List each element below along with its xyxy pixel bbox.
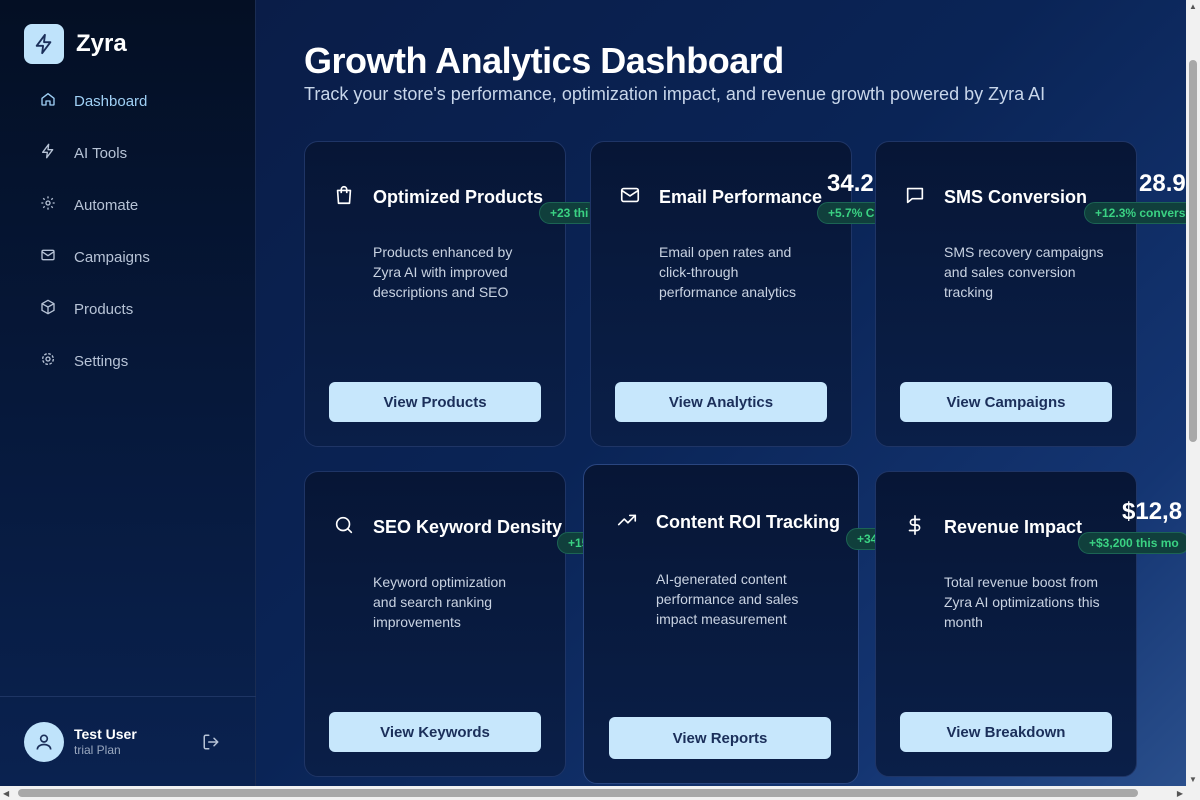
- card-revenue-impact: Revenue Impact $12,8 +$3,200 this mo Tot…: [875, 471, 1186, 777]
- card-title: Optimized Products: [373, 187, 544, 207]
- sidebar-nav: Dashboard AI Tools Automate Campaigns Pr…: [24, 80, 232, 392]
- scroll-right-icon[interactable]: ▶: [1177, 789, 1183, 798]
- view-campaigns-button[interactable]: View Campaigns: [900, 382, 1112, 422]
- card-description: Keyword optimization and search ranking …: [373, 574, 507, 630]
- sidebar-item-dashboard[interactable]: Dashboard: [24, 80, 232, 122]
- main-content: Growth Analytics Dashboard Track your st…: [256, 0, 1186, 786]
- card-sms-conversion: SMS Conversion 28.9 +12.3% convers SMS r…: [875, 141, 1186, 447]
- search-icon: [333, 514, 355, 541]
- sidebar-item-label: Campaigns: [74, 248, 150, 266]
- chat-icon: [904, 184, 926, 211]
- card-optimized-products: Optimized Products +23 thi Products enha…: [304, 141, 600, 447]
- sidebar-item-label: Products: [74, 300, 134, 318]
- bolt-icon: [24, 24, 64, 64]
- card-title: SEO Keyword Density: [373, 517, 563, 537]
- card-title: Content ROI Tracking: [656, 512, 841, 532]
- sidebar-item-automate[interactable]: Automate: [24, 184, 232, 226]
- settings-icon: [40, 351, 56, 371]
- brand[interactable]: Zyra: [24, 24, 127, 64]
- card-title: Revenue Impact: [944, 517, 1083, 537]
- metric-value: $12,8: [1122, 498, 1183, 525]
- metric-value: 28.9: [1139, 170, 1186, 197]
- scroll-up-icon[interactable]: ▲: [1189, 2, 1197, 11]
- scrollbar-thumb[interactable]: [18, 789, 1138, 797]
- sidebar-item-label: Settings: [74, 352, 129, 370]
- card-description: SMS recovery campaigns and sales convers…: [944, 244, 1104, 300]
- user-info: Test User trial Plan: [74, 726, 137, 757]
- view-reports-button[interactable]: View Reports: [609, 717, 831, 759]
- sidebar-item-products[interactable]: Products: [24, 288, 232, 330]
- sidebar-item-label: Automate: [74, 196, 139, 214]
- home-icon: [40, 91, 56, 111]
- card-title: Email Performance: [659, 187, 823, 207]
- user-profile: Test User trial Plan: [0, 696, 256, 786]
- view-analytics-button[interactable]: View Analytics: [615, 382, 827, 422]
- mail-icon: [619, 184, 641, 211]
- logout-icon[interactable]: [202, 733, 220, 756]
- sidebar-item-label: Dashboard: [74, 92, 148, 110]
- page-subtitle: Track your store's performance, optimiza…: [304, 84, 1046, 104]
- view-keywords-button[interactable]: View Keywords: [329, 712, 541, 752]
- shopping-bag-icon: [333, 184, 355, 211]
- scroll-down-icon[interactable]: ▼: [1189, 775, 1197, 784]
- card-description: Total revenue boost from Zyra AI optimiz…: [944, 574, 1100, 630]
- card-description: Products enhanced by Zyra AI with improv…: [373, 244, 513, 300]
- card-description: AI-generated content performance and sal…: [656, 571, 799, 627]
- user-name: Test User: [74, 726, 137, 742]
- horizontal-scrollbar[interactable]: ◀ ▶: [0, 786, 1200, 800]
- sidebar: Zyra Dashboard AI Tools Automate Campaig…: [0, 0, 256, 786]
- scroll-left-icon[interactable]: ◀: [3, 789, 9, 798]
- avatar[interactable]: [24, 721, 64, 762]
- vertical-scrollbar[interactable]: ▲ ▼: [1186, 0, 1200, 786]
- brand-name: Zyra: [76, 30, 127, 57]
- metric-value: 34.2: [827, 170, 874, 197]
- sidebar-item-settings[interactable]: Settings: [24, 340, 232, 382]
- card-title: SMS Conversion: [944, 187, 1088, 207]
- card-description: Email open rates and click-through perfo…: [659, 244, 796, 300]
- trending-up-icon: [616, 509, 638, 536]
- mail-icon: [40, 247, 56, 267]
- sidebar-item-label: AI Tools: [74, 144, 128, 162]
- box-icon: [40, 299, 56, 319]
- card-email-performance: Email Performance 34.2 +5.7% C Email ope…: [590, 141, 886, 447]
- bolt-icon: [40, 143, 56, 163]
- page-title: Growth Analytics Dashboard: [304, 40, 784, 81]
- gear-icon: [40, 195, 56, 215]
- dollar-icon: [904, 514, 926, 541]
- view-breakdown-button[interactable]: View Breakdown: [900, 712, 1112, 752]
- scrollbar-thumb[interactable]: [1189, 60, 1197, 442]
- sidebar-item-ai-tools[interactable]: AI Tools: [24, 132, 232, 174]
- change-badge: +12.3% convers: [1084, 202, 1186, 224]
- card-content-roi-tracking: Content ROI Tracking +34 AI-generated co…: [583, 464, 889, 784]
- user-plan: trial Plan: [74, 743, 121, 757]
- view-products-button[interactable]: View Products: [329, 382, 541, 422]
- card-seo-keyword-density: SEO Keyword Density +15 Keyword optimiza…: [304, 471, 600, 777]
- sidebar-item-campaigns[interactable]: Campaigns: [24, 236, 232, 278]
- change-badge: +$3,200 this mo: [1078, 532, 1186, 554]
